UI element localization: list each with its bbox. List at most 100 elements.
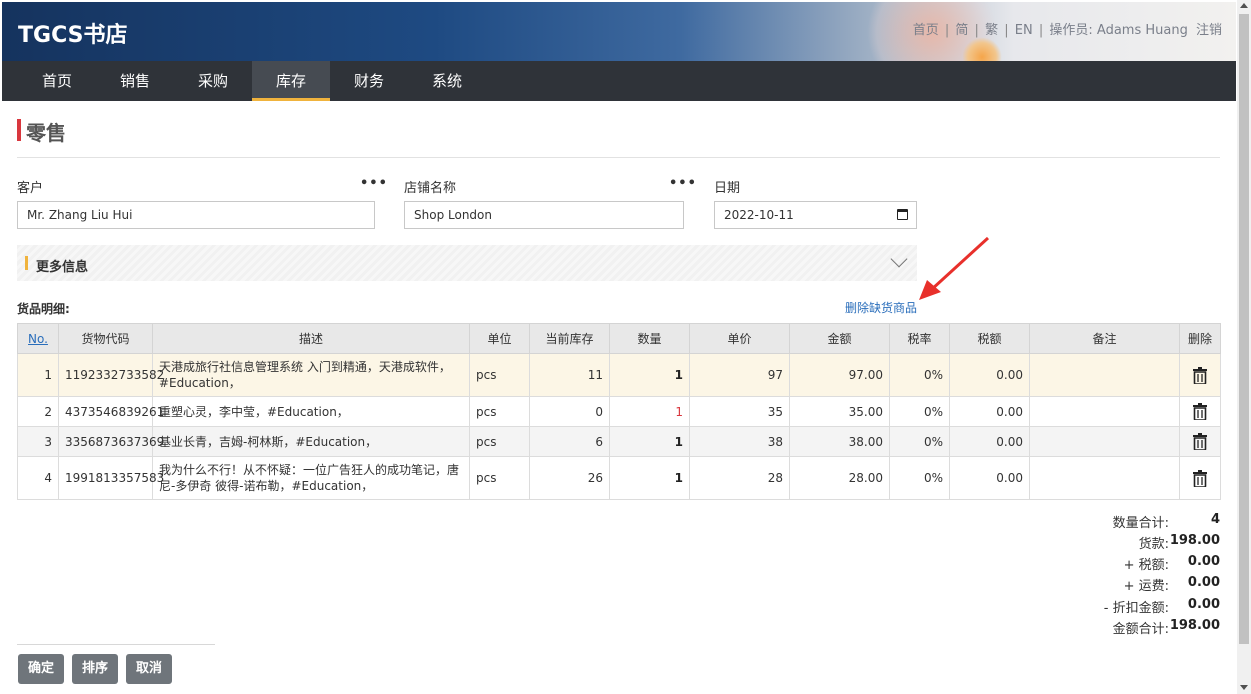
cell-amount: 28.00 [789,456,890,500]
sort-button[interactable]: 排序 [72,654,118,684]
delete-out-of-stock-link[interactable]: 删除缺货商品 [845,299,917,316]
confirm-button[interactable]: 确定 [18,654,64,684]
header-delete: 删除 [1179,323,1221,354]
main-nav: 首页 销售 采购 库存 财务 系统 [2,61,1236,101]
cell-tax: 0.00 [949,426,1030,457]
cell-qty[interactable]: 1 [609,396,690,427]
nav-item-purchase[interactable]: 采购 [174,61,252,101]
cell-tax-rate: 0% [889,456,950,500]
lang-traditional-link[interactable]: 繁 [985,23,998,38]
cell-note[interactable] [1029,456,1180,500]
grand-total-value: 198.00 [1169,618,1220,633]
cell-price[interactable]: 35 [689,396,790,427]
cell-price[interactable]: 97 [689,353,790,397]
cell-delete [1179,353,1221,397]
lang-simplified-link[interactable]: 简 [955,23,968,38]
date-input[interactable]: 2022-10-11 [714,201,917,229]
more-info-panel[interactable]: 更多信息 [17,245,917,281]
customer-label: 客户 [17,181,44,196]
cell-tax: 0.00 [949,353,1030,397]
header-no[interactable]: No. [17,323,59,354]
operator-label: 操作员: [1049,23,1097,38]
cell-unit: pcs [469,396,530,427]
discount-label: - 折扣金额: [1103,601,1169,616]
cell-amount: 38.00 [789,426,890,457]
logout-link[interactable]: 注销 [1196,23,1222,38]
nav-item-system[interactable]: 系统 [408,61,486,101]
cell-note[interactable] [1029,426,1180,457]
page-title: 零售 [26,121,66,145]
more-info-label: 更多信息 [36,260,89,275]
cell-no: 4 [17,456,59,500]
cell-delete [1179,456,1221,500]
calendar-icon[interactable] [897,209,908,220]
trash-icon[interactable] [1193,403,1207,420]
scroll-up-icon[interactable] [1240,3,1248,8]
table-row[interactable]: 1 1192332733582 天港成旅行社信息管理系统 入门到精通，天港成软件… [17,353,1221,397]
page-scrollbar[interactable] [1237,0,1251,694]
top-link-home[interactable]: 首页 [913,23,939,38]
store-label: 店铺名称 [404,181,457,196]
cell-code: 1192332733582 [58,353,164,397]
title-divider [17,157,1220,158]
cell-desc: 天港成旅行社信息管理系统 入门到精通，天港成软件，#Education， [152,353,470,397]
trash-icon[interactable] [1193,366,1207,384]
cell-unit: pcs [469,426,530,457]
header-stock: 当前库存 [529,323,610,354]
trash-icon[interactable] [1193,433,1207,450]
cancel-button[interactable]: 取消 [126,654,172,684]
customer-more-button[interactable]: ••• [360,176,388,191]
trash-icon[interactable] [1193,469,1207,487]
grand-total-label: 金额合计: [1112,622,1169,637]
freight-value: 0.00 [1187,575,1220,590]
header-code: 货物代码 [58,323,153,354]
nav-item-home[interactable]: 首页 [18,61,96,101]
scroll-down-icon[interactable] [1240,685,1248,690]
header-amount: 金额 [789,323,890,354]
cell-code: 3356873637369 [58,426,164,457]
cell-price[interactable]: 28 [689,456,790,500]
cell-delete [1179,396,1221,427]
cell-note[interactable] [1029,353,1180,397]
operator-name: Adams Huang [1096,23,1188,38]
table-row[interactable]: 3 3356873637369 基业长青，吉姆-柯林斯，#Education， … [17,426,1221,457]
cell-desc: 基业长青，吉姆-柯林斯，#Education， [152,426,470,457]
button-divider [17,644,215,645]
table-row[interactable]: 2 4373546839261 重塑心灵，李中莹，#Education， pcs… [17,396,1221,427]
cell-amount: 97.00 [789,353,890,397]
cell-qty[interactable]: 1 [609,353,690,397]
cell-tax-rate: 0% [889,353,950,397]
customer-input[interactable]: Mr. Zhang Liu Hui [17,201,375,229]
header-tax: 税额 [949,323,1030,354]
cell-amount: 35.00 [789,396,890,427]
qty-total-label: 数量合计: [1112,516,1169,531]
header-qty: 数量 [609,323,690,354]
cell-no: 1 [17,353,59,397]
header-unit: 单位 [469,323,530,354]
more-info-accent-bar [25,256,28,270]
cell-no: 2 [17,396,59,427]
nav-item-finance[interactable]: 财务 [330,61,408,101]
cell-tax-rate: 0% [889,396,950,427]
cell-no: 3 [17,426,59,457]
chevron-down-icon[interactable] [890,250,908,268]
goods-table: No. 货物代码 描述 单位 当前库存 数量 单价 金额 税率 税额 备注 删除… [17,323,1221,500]
tax-total-value: 0.00 [1187,554,1220,569]
cell-note[interactable] [1029,396,1180,427]
annotation-arrow-icon [919,236,990,300]
header-banner: TGCS书店 首页 | 简 | 繁 | EN | 操作员: Adams Huan… [2,2,1236,61]
top-links: 首页 | 简 | 繁 | EN | 操作员: Adams Huang 注销 [912,23,1222,38]
nav-item-sales[interactable]: 销售 [96,61,174,101]
table-row[interactable]: 4 1991813357583 我为什么不行！从不怀疑：一位广告狂人的成功笔记，… [17,456,1221,500]
freight-label: + 运费: [1123,579,1169,594]
table-header-row: No. 货物代码 描述 单位 当前库存 数量 单价 金额 税率 税额 备注 删除 [17,323,1221,354]
store-input[interactable]: Shop London [404,201,684,229]
cell-qty[interactable]: 1 [609,456,690,500]
cell-price[interactable]: 38 [689,426,790,457]
lang-english-link[interactable]: EN [1015,23,1033,38]
nav-item-inventory[interactable]: 库存 [252,61,330,101]
header-tax-rate: 税率 [889,323,950,354]
scrollbar-thumb[interactable] [1239,14,1249,644]
cell-qty[interactable]: 1 [609,426,690,457]
store-more-button[interactable]: ••• [669,176,697,191]
